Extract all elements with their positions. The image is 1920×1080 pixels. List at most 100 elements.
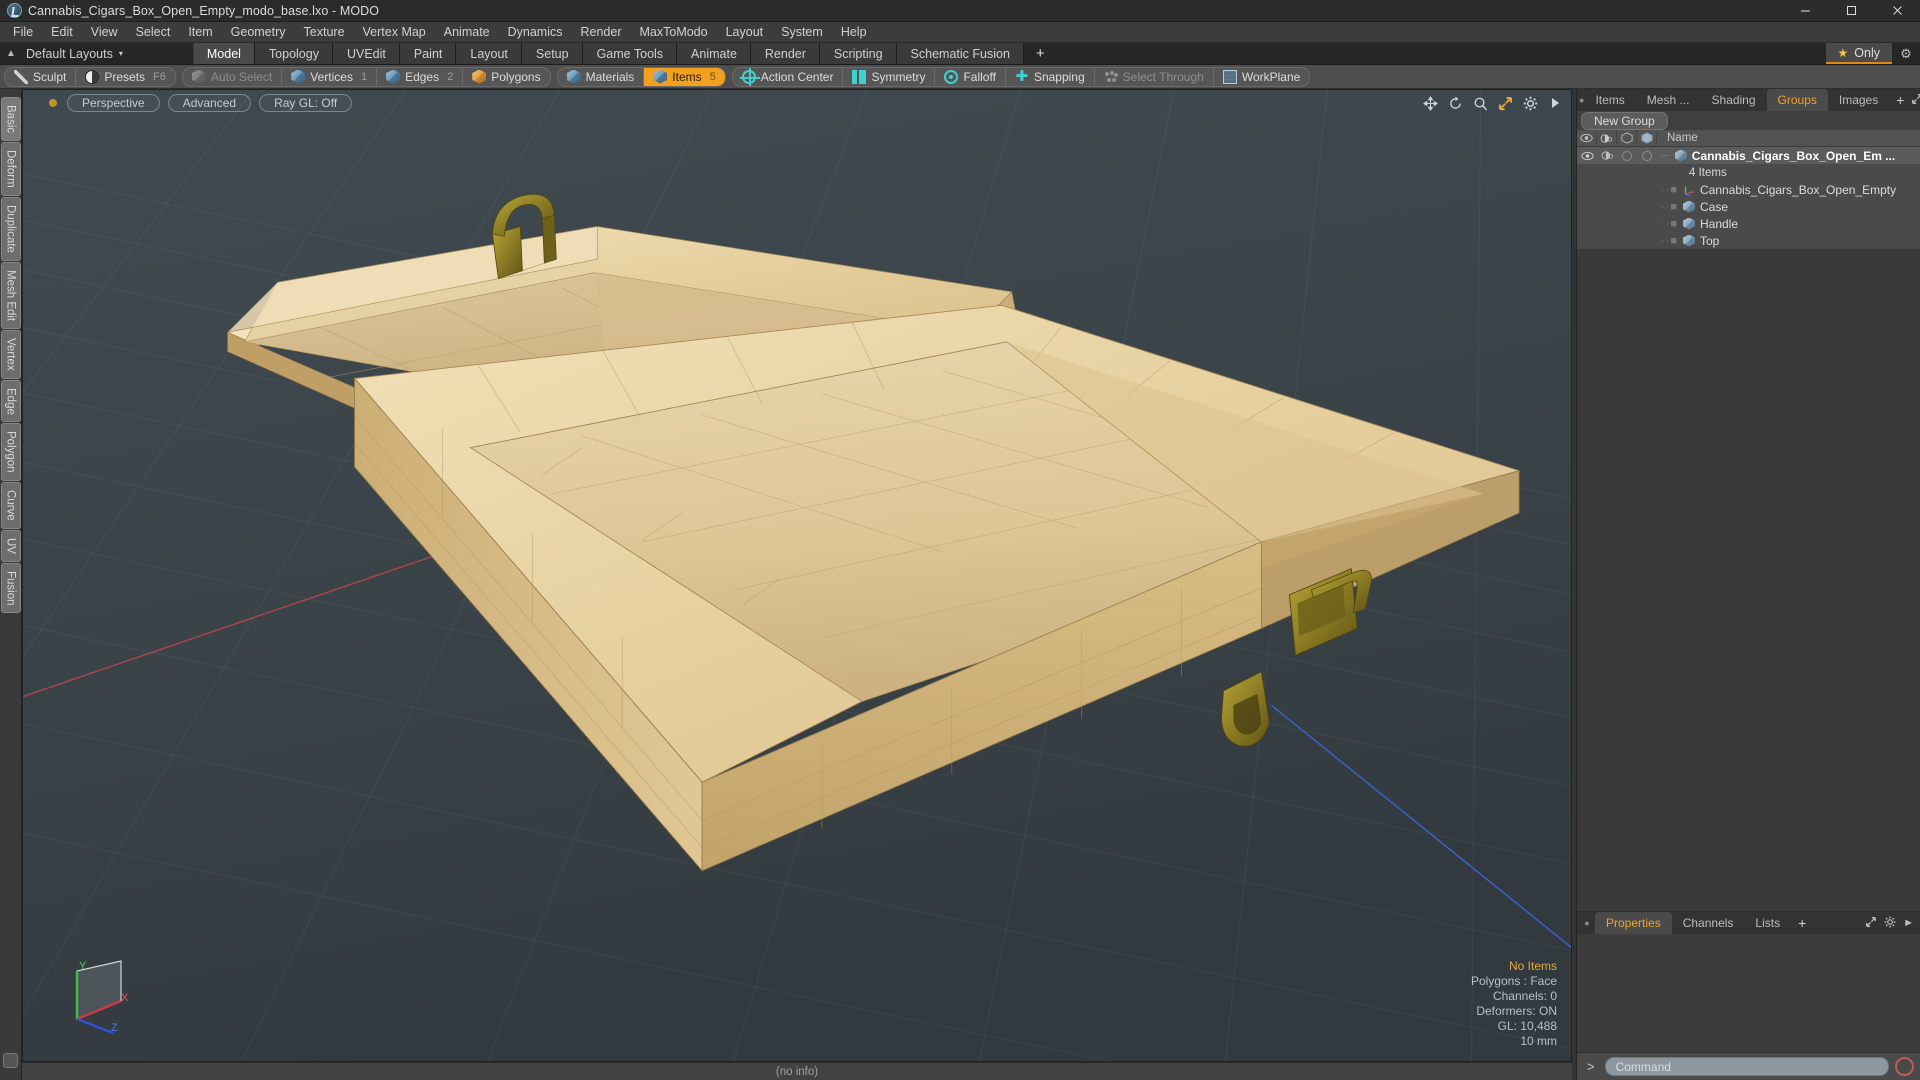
layout-gear-icon[interactable]: ⚙	[1892, 43, 1920, 64]
layout-tab-model[interactable]: Model	[192, 43, 255, 64]
row-render-toggle[interactable]	[1617, 181, 1637, 198]
polygons-mode-button[interactable]: Polygons	[463, 68, 549, 86]
layout-up-arrow-icon[interactable]: ▲	[0, 43, 22, 64]
menu-texture[interactable]: Texture	[295, 22, 354, 43]
row-select-toggle[interactable]	[1637, 147, 1657, 164]
bottom-tab-properties[interactable]: Properties	[1595, 912, 1672, 934]
table-row[interactable]: ··■ Top	[1577, 232, 1920, 249]
menu-view[interactable]: View	[82, 22, 127, 43]
row-render-toggle[interactable]	[1617, 232, 1637, 249]
viewport-shading-button[interactable]: Advanced	[167, 94, 252, 112]
vertices-mode-button[interactable]: Vertices 1	[282, 67, 378, 86]
left-tab-fusion[interactable]: Fusion	[0, 562, 21, 614]
items-mode-button[interactable]: Items 5	[644, 67, 725, 86]
row-eye-toggle[interactable]	[1577, 232, 1597, 249]
row-shade-toggle[interactable]	[1597, 147, 1617, 164]
left-panel-toggle-button[interactable]	[3, 1053, 18, 1068]
presets-button[interactable]: Presets F6	[76, 68, 175, 86]
menu-animate[interactable]: Animate	[435, 22, 499, 43]
falloff-button[interactable]: Falloff	[935, 67, 1006, 86]
select-through-button[interactable]: Select Through	[1095, 67, 1214, 86]
menu-dynamics[interactable]: Dynamics	[499, 22, 572, 43]
row-shade-toggle[interactable]	[1597, 164, 1617, 181]
record-icon[interactable]	[1895, 1057, 1914, 1076]
bottom-tab-lists[interactable]: Lists	[1744, 912, 1791, 934]
edges-mode-button[interactable]: Edges 2	[377, 67, 464, 86]
row-eye-toggle[interactable]	[1577, 215, 1597, 232]
row-name-cell[interactable]: ··■ Handle	[1657, 215, 1920, 232]
symmetry-button[interactable]: Symmetry	[843, 67, 936, 86]
zoom-icon[interactable]	[1472, 95, 1488, 111]
row-shade-toggle[interactable]	[1597, 232, 1617, 249]
column-eye-icon[interactable]	[1577, 130, 1597, 146]
row-eye-toggle[interactable]	[1577, 181, 1597, 198]
command-input[interactable]: Command	[1604, 1057, 1889, 1076]
bottom-panel-menu-dot-icon[interactable]: ●	[1579, 912, 1595, 934]
left-tab-basic[interactable]: Basic	[0, 97, 21, 142]
row-eye-toggle[interactable]	[1577, 198, 1597, 215]
row-render-toggle[interactable]	[1617, 215, 1637, 232]
table-row[interactable]: ··■ Handle	[1577, 215, 1920, 232]
fit-icon[interactable]	[1497, 95, 1513, 111]
row-name-cell[interactable]: ─ Cannabis_Cigars_Box_Open_Em ...	[1657, 147, 1920, 164]
row-select-toggle[interactable]	[1637, 215, 1657, 232]
layout-tab-setup[interactable]: Setup	[521, 43, 583, 64]
row-render-toggle[interactable]	[1617, 164, 1637, 181]
row-select-toggle[interactable]	[1637, 164, 1657, 181]
left-tab-vertex[interactable]: Vertex	[0, 329, 21, 379]
new-group-button[interactable]: New Group	[1581, 111, 1668, 130]
rotate-icon[interactable]	[1447, 95, 1463, 111]
right-tab-mesh[interactable]: Mesh ...	[1636, 89, 1701, 111]
gear-icon[interactable]	[1884, 916, 1896, 931]
row-render-toggle[interactable]	[1617, 147, 1637, 164]
move-icon[interactable]	[1422, 95, 1438, 111]
layout-tab-scripting[interactable]: Scripting	[819, 43, 897, 64]
row-name-cell[interactable]: ··■ Case	[1657, 198, 1920, 215]
add-bottom-tab-button[interactable]: +	[1791, 912, 1813, 934]
row-name-cell[interactable]: ··■ Cannabis_Cigars_Box_Open_Empty	[1657, 181, 1920, 198]
row-eye-toggle[interactable]	[1577, 147, 1597, 164]
row-shade-toggle[interactable]	[1597, 198, 1617, 215]
row-render-toggle[interactable]	[1617, 198, 1637, 215]
column-shade-icon[interactable]	[1597, 130, 1617, 146]
viewport-raygl-button[interactable]: Ray GL: Off	[259, 94, 353, 112]
menu-system[interactable]: System	[772, 22, 832, 43]
viewport-3d[interactable]: Perspective Advanced Ray GL: Off Y X Z N…	[22, 89, 1572, 1062]
play-icon[interactable]	[1547, 95, 1563, 111]
row-select-toggle[interactable]	[1637, 232, 1657, 249]
maximize-button[interactable]	[1828, 0, 1874, 22]
layout-tab-layout[interactable]: Layout	[456, 43, 522, 64]
menu-edit[interactable]: Edit	[42, 22, 82, 43]
right-tab-groups[interactable]: Groups	[1766, 89, 1828, 111]
right-tab-images[interactable]: Images	[1828, 89, 1889, 111]
menu-vertex-map[interactable]: Vertex Map	[354, 22, 435, 43]
chevron-right-icon[interactable]: ►	[1903, 917, 1914, 929]
column-cube-outline-icon[interactable]	[1617, 130, 1637, 146]
minimize-button[interactable]	[1782, 0, 1828, 22]
gear-icon[interactable]	[1522, 95, 1538, 111]
layout-tab-paint[interactable]: Paint	[399, 43, 457, 64]
add-layout-tab-button[interactable]: +	[1023, 43, 1057, 64]
right-tab-shading[interactable]: Shading	[1700, 89, 1766, 111]
layout-tab-schematic-fusion[interactable]: Schematic Fusion	[896, 43, 1024, 64]
left-tab-duplicate[interactable]: Duplicate	[0, 196, 21, 261]
left-tab-curve[interactable]: Curve	[0, 481, 21, 529]
row-shade-toggle[interactable]	[1597, 215, 1617, 232]
layout-tab-render[interactable]: Render	[750, 43, 820, 64]
row-select-toggle[interactable]	[1637, 181, 1657, 198]
menu-maxtomodo[interactable]: MaxToModo	[631, 22, 717, 43]
left-tab-edge[interactable]: Edge	[0, 379, 21, 423]
left-tab-mesh-edit[interactable]: Mesh Edit	[0, 261, 21, 329]
row-select-toggle[interactable]	[1637, 198, 1657, 215]
axis-gizmo[interactable]: Y X Z	[59, 943, 151, 1035]
row-shade-toggle[interactable]	[1597, 181, 1617, 198]
workplane-button[interactable]: WorkPlane	[1214, 68, 1309, 86]
layout-tab-game-tools[interactable]: Game Tools	[582, 43, 678, 64]
left-tab-deform[interactable]: Deform	[0, 142, 21, 196]
materials-mode-button[interactable]: Materials	[558, 67, 645, 86]
menu-help[interactable]: Help	[832, 22, 876, 43]
menu-geometry[interactable]: Geometry	[222, 22, 295, 43]
table-row[interactable]: ··■ Case	[1577, 198, 1920, 215]
viewport-menu-dot-icon[interactable]	[49, 99, 57, 107]
right-tab-items[interactable]: Items	[1584, 89, 1635, 111]
